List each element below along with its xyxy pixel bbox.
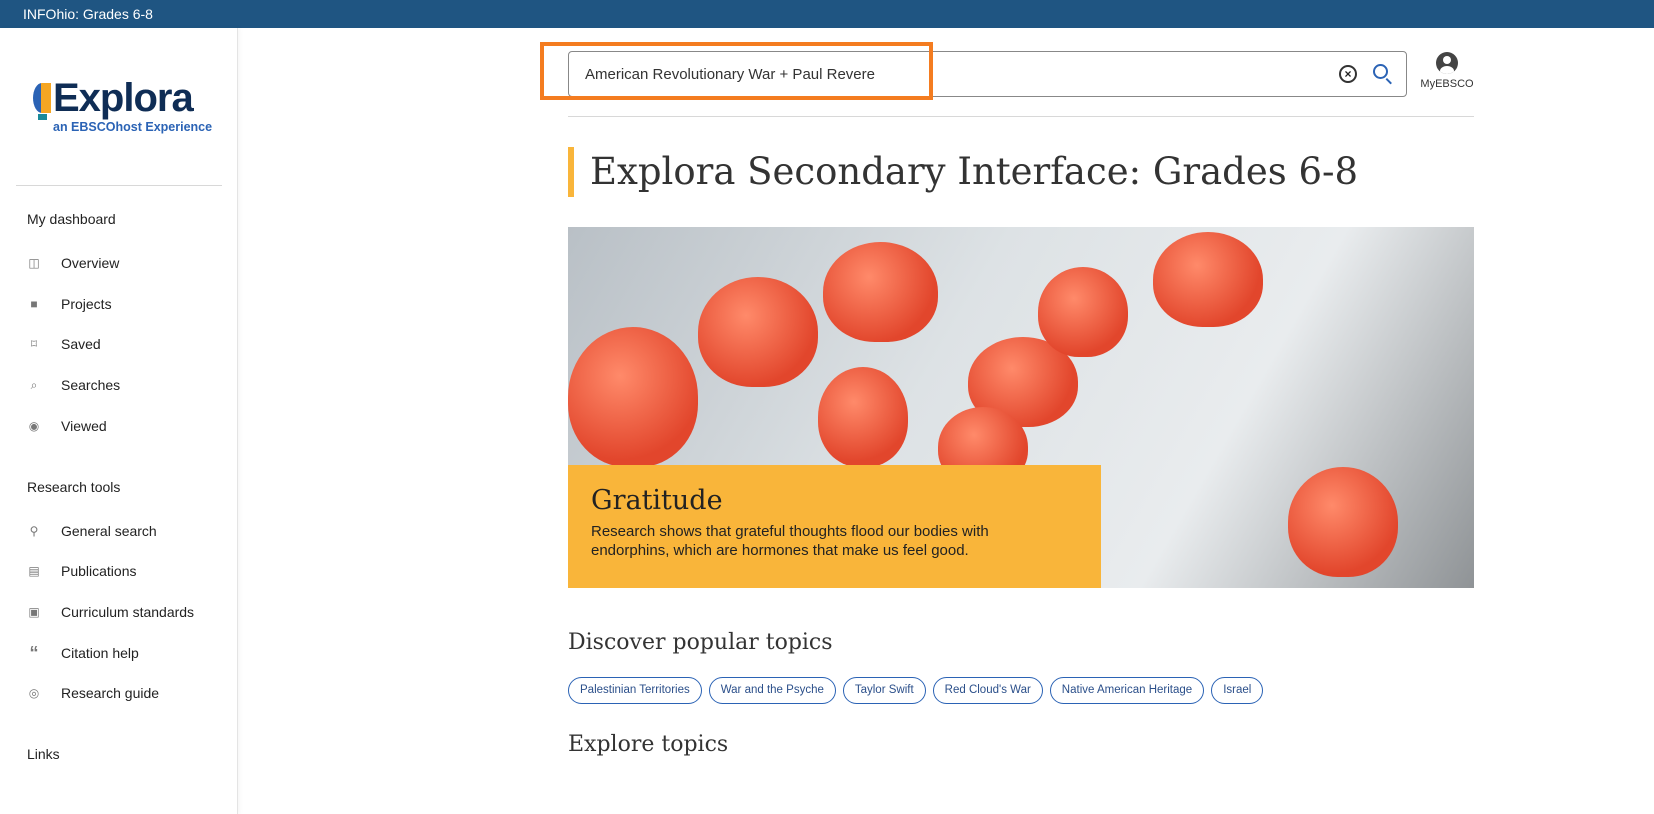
top-bar: INFOhio: Grades 6-8 (0, 0, 1654, 28)
search-icon: ⚲ (29, 524, 39, 538)
sidebar-item-saved[interactable]: ⌑ Saved (27, 336, 101, 352)
sidebar-item-label: Viewed (61, 418, 107, 434)
sidebar-item-label: Projects (61, 296, 112, 312)
divider (16, 185, 222, 186)
sidebar-item-label: Overview (61, 255, 120, 271)
search-icon[interactable] (1373, 64, 1388, 79)
sidebar-item-searches[interactable]: ⌕ Searches (27, 377, 121, 393)
balloon-icon (33, 83, 51, 113)
topic-chip[interactable]: Taylor Swift (842, 677, 926, 704)
folder-icon: ■ (30, 297, 38, 311)
layout-icon: ◫ (28, 256, 40, 270)
document-icon: ▤ (28, 564, 40, 578)
sidebar-item-label: Citation help (61, 645, 139, 661)
myebsco-button[interactable]: MyEBSCO (1420, 52, 1474, 90)
topic-chip[interactable]: Red Cloud's War (932, 677, 1043, 704)
hero-image-heart (1288, 467, 1398, 577)
section-research-tools: Research tools (27, 479, 121, 495)
topic-chips: Palestinian Territories War and the Psyc… (568, 677, 1264, 704)
clear-icon[interactable]: × (1339, 65, 1357, 83)
hero-image-heart (823, 242, 938, 342)
topic-chip[interactable]: Palestinian Territories (568, 677, 702, 704)
explore-topics-heading: Explore topics (568, 732, 729, 757)
sidebar-item-publications[interactable]: ▤ Publications (27, 563, 137, 579)
sidebar-item-viewed[interactable]: ◉ Viewed (27, 418, 107, 434)
hero-heading: Gratitude (591, 485, 723, 516)
hero-image-heart (818, 367, 908, 467)
sidebar-item-label: Saved (61, 336, 101, 352)
myebsco-label: MyEBSCO (1420, 78, 1474, 90)
search-document-icon: ⌕ (30, 377, 38, 392)
logo-word: Explora (53, 76, 194, 120)
sidebar-item-label: Searches (61, 377, 121, 393)
search-highlight-box (540, 42, 933, 100)
hero-card: Gratitude Research shows that grateful t… (568, 465, 1101, 588)
hero-text: Research shows that grateful thoughts fl… (591, 523, 989, 559)
user-icon (1436, 52, 1458, 74)
hero-image-heart (568, 327, 698, 467)
bookmark-icon: ⌑ (30, 337, 38, 351)
sidebar-item-label: General search (61, 523, 157, 539)
topic-chip[interactable]: Israel (1211, 677, 1264, 704)
sidebar-item-label: Publications (61, 563, 137, 579)
site-title: INFOhio: Grades 6-8 (23, 6, 153, 22)
title-accent (568, 147, 574, 197)
hero-image-heart (1153, 232, 1263, 327)
section-my-dashboard: My dashboard (27, 211, 116, 227)
hero-image-heart (1038, 267, 1128, 357)
page-title: Explora Secondary Interface: Grades 6-8 (590, 150, 1359, 193)
sidebar-item-projects[interactable]: ■ Projects (27, 296, 112, 312)
balloon-basket (38, 114, 47, 120)
sidebar-item-label: Curriculum standards (61, 604, 195, 620)
compass-icon: ◎ (28, 686, 40, 700)
topic-chip[interactable]: Native American Heritage (1049, 677, 1205, 704)
sidebar-item-general-search[interactable]: ⚲ General search (27, 523, 157, 539)
sidebar-item-label: Research guide (61, 685, 160, 701)
divider (568, 116, 1474, 117)
sidebar-item-curriculum-standards[interactable]: ▣ Curriculum standards (27, 604, 194, 620)
standards-icon: ▣ (28, 605, 40, 619)
sidebar-item-research-guide[interactable]: ◎ Research guide (27, 685, 159, 701)
topic-chip[interactable]: War and the Psyche (708, 677, 836, 704)
eye-icon: ◉ (28, 419, 40, 433)
sidebar-item-overview[interactable]: ◫ Overview (27, 255, 119, 271)
popular-topics-heading: Discover popular topics (568, 630, 833, 655)
sidebar: Explora an EBSCOhost Experience My dashb… (0, 28, 238, 814)
logo-tagline: an EBSCOhost Experience (53, 120, 213, 134)
explora-logo[interactable]: Explora an EBSCOhost Experience (33, 76, 213, 138)
hero-image-heart (698, 277, 818, 387)
quote-icon: “ (29, 642, 39, 663)
sidebar-item-citation-help[interactable]: “ Citation help (27, 642, 139, 663)
hero-banner[interactable]: Gratitude Research shows that grateful t… (568, 227, 1474, 588)
section-links: Links (27, 746, 60, 762)
